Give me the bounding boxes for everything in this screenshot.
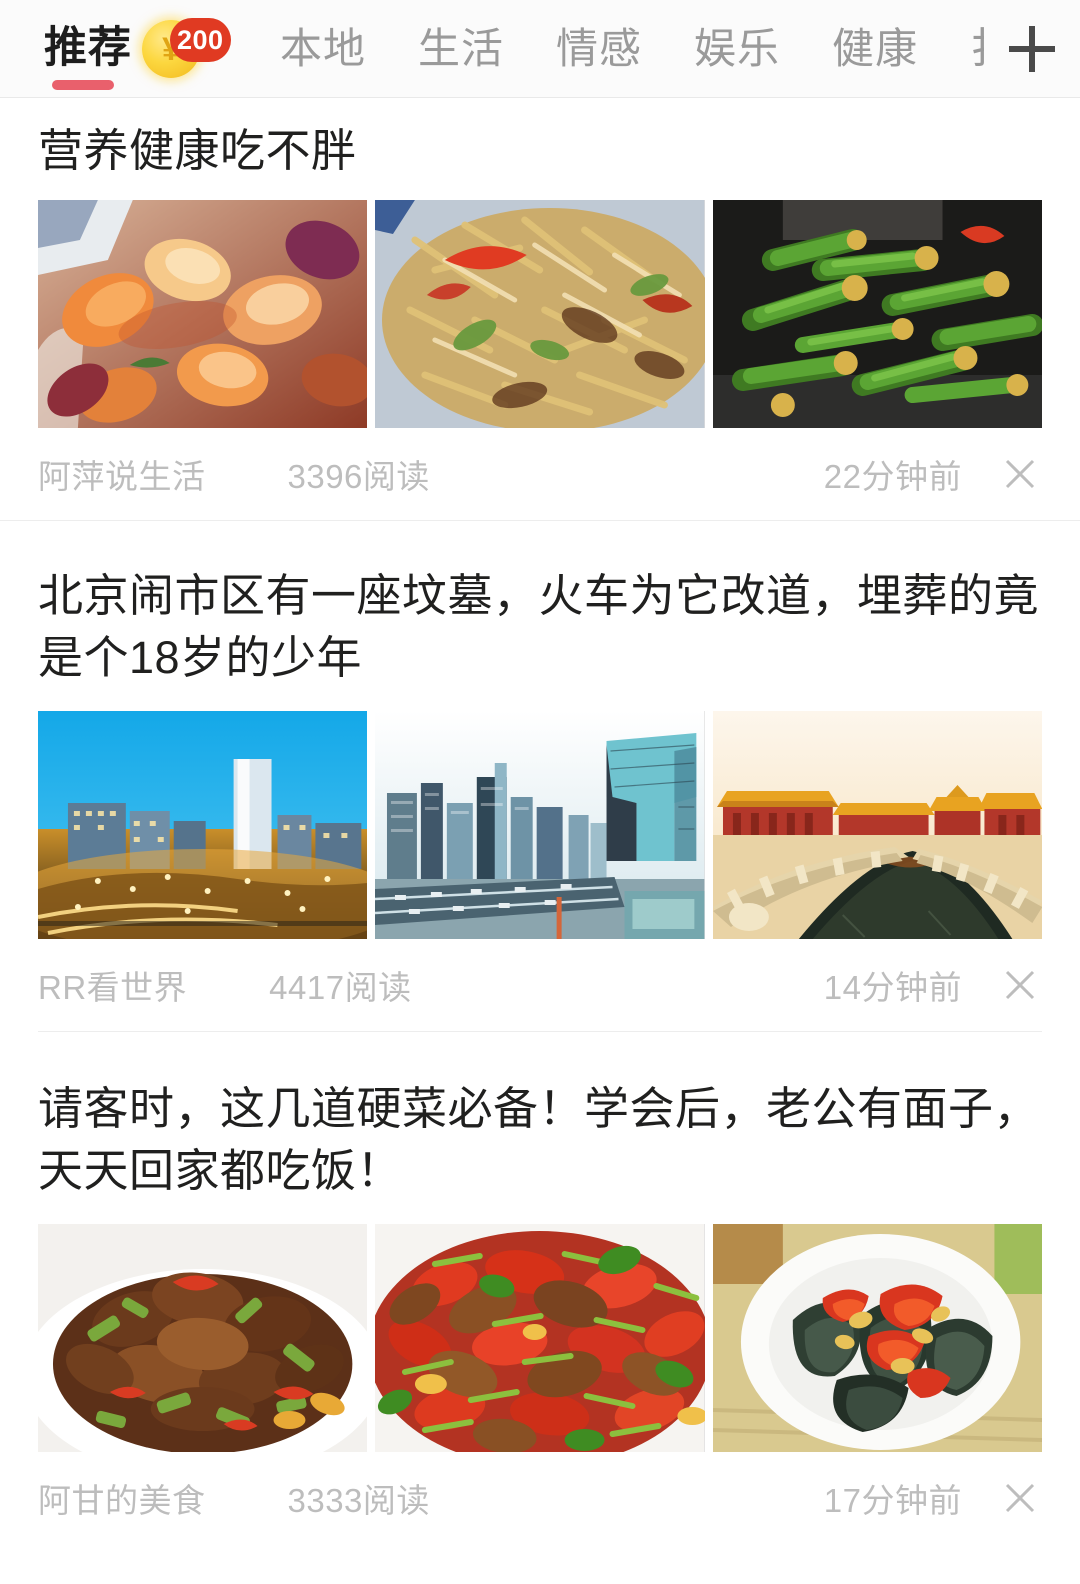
tab-label: 情感 (556, 24, 643, 72)
article-source[interactable]: 阿萍说生活 (38, 450, 206, 498)
article-timestamp: 14分钟前 (823, 969, 962, 1006)
tab-recommend[interactable]: 推荐 200 (44, 0, 231, 97)
dismiss-article-button[interactable] (998, 452, 1042, 496)
thumbnail-beijing-city-night-skyline[interactable] (38, 711, 368, 939)
tab-local[interactable]: 本地 (280, 0, 367, 97)
article-meta: 阿甘的美食 3333阅读 17分钟前 (38, 1452, 1042, 1544)
plus-icon (1004, 21, 1060, 77)
add-channel-button[interactable] (984, 0, 1080, 97)
thumbnail-beef-with-red-pepper-stirfry[interactable] (375, 1224, 705, 1452)
article-title: 北京闹市区有一座坟墓，火车为它改道，埋葬的竟是个18岁的少年 (38, 570, 1040, 683)
article-source[interactable]: RR看世界 (38, 961, 187, 1009)
article-thumbnails (38, 1224, 1042, 1452)
article-feed: 营养健康吃不胖 阿萍说生活 3396阅读 22分钟前 北京闹市区有一座坟墓，火车… (0, 98, 1080, 1544)
top-tab-bar: 推荐 200 本地 生活 情感 娱乐 健康 (0, 0, 1080, 98)
article-title: 请客时，这几道硬菜必备！学会后，老公有面子，天天回家都吃饭！ (38, 1083, 1040, 1196)
article-thumbnails (38, 711, 1042, 939)
tab-health[interactable]: 健康 (832, 0, 919, 97)
thumbnail-braised-shrimp-dish[interactable] (38, 200, 368, 428)
tab-label: 本地 (280, 24, 367, 72)
close-icon (1003, 457, 1037, 491)
tab-label: 生活 (418, 24, 505, 72)
article-meta: 阿萍说生活 3396阅读 22分钟前 (38, 428, 1042, 520)
thumbnail-forbidden-city-moat-bridge[interactable] (712, 711, 1042, 939)
article-card[interactable]: 北京闹市区有一座坟墓，火车为它改道，埋葬的竟是个18岁的少年 RR看世界 441… (0, 521, 1080, 1031)
thumbnail-beijing-cbd-cctv-tower[interactable] (375, 711, 705, 939)
tab-partial-next[interactable]: 扌 (970, 0, 984, 97)
thumbnail-shredded-potato-stirfry[interactable] (375, 200, 705, 428)
news-feed-app: 推荐 200 本地 生活 情感 娱乐 健康 (0, 0, 1080, 1584)
article-title: 营养健康吃不胖 (38, 125, 357, 176)
close-icon (1003, 1481, 1037, 1515)
coin-reward-badge[interactable]: 200 (142, 17, 231, 80)
dismiss-article-button[interactable] (998, 963, 1042, 1007)
article-read-count: 3333阅读 (287, 1482, 430, 1519)
article-timestamp: 22分钟前 (823, 458, 962, 495)
article-read-count: 4417阅读 (269, 969, 412, 1006)
article-source[interactable]: 阿甘的美食 (38, 1474, 206, 1522)
thumbnail-century-eggs-with-chili[interactable] (712, 1224, 1042, 1452)
coin-count-badge: 200 (170, 17, 231, 62)
close-icon (1003, 968, 1037, 1002)
thumbnail-stirfried-green-beans[interactable] (712, 200, 1042, 428)
tab-entertainment[interactable]: 娱乐 (694, 0, 781, 97)
article-card[interactable]: 请客时，这几道硬菜必备！学会后，老公有面子，天天回家都吃饭！ 阿甘的美食 333… (0, 1032, 1080, 1544)
article-card[interactable]: 营养健康吃不胖 阿萍说生活 3396阅读 22分钟前 (0, 98, 1080, 520)
tab-label: 推荐 (44, 24, 132, 72)
article-timestamp: 17分钟前 (823, 1482, 962, 1519)
active-tab-indicator (52, 79, 114, 90)
tab-label: 娱乐 (694, 24, 781, 72)
tab-label: 健康 (832, 24, 919, 72)
tab-label: 扌 (970, 27, 984, 70)
tab-emotion[interactable]: 情感 (556, 0, 643, 97)
article-thumbnails (38, 200, 1042, 428)
article-read-count: 3396阅读 (287, 458, 430, 495)
tab-life[interactable]: 生活 (418, 0, 505, 97)
dismiss-article-button[interactable] (998, 1476, 1042, 1520)
tab-list[interactable]: 推荐 200 本地 生活 情感 娱乐 健康 (0, 0, 984, 97)
article-meta: RR看世界 4417阅读 14分钟前 (38, 939, 1042, 1031)
thumbnail-beef-with-celery-stirfry[interactable] (38, 1224, 368, 1452)
